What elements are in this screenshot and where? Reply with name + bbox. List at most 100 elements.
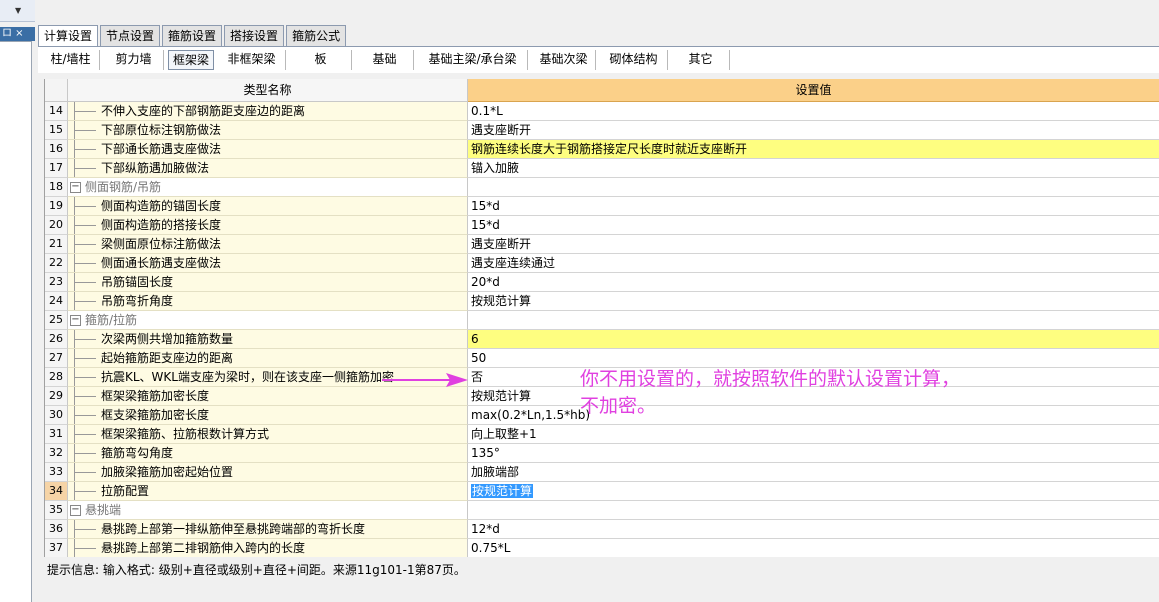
setting-value-cell[interactable]: 15*d xyxy=(468,216,1159,235)
collapse-icon[interactable]: − xyxy=(70,315,81,326)
table-row[interactable]: 26 次梁两侧共增加箍筋数量 6 xyxy=(45,330,1159,349)
tree-line-icon xyxy=(74,140,75,158)
table-row[interactable]: 17 下部纵筋遇加腋做法 锚入加腋 xyxy=(45,159,1159,178)
table-row[interactable]: 19 侧面构造筋的锚固长度 15*d xyxy=(45,197,1159,216)
subtab-0[interactable]: 柱/墙柱 xyxy=(42,50,100,70)
row-number: 17 xyxy=(45,159,68,178)
table-row[interactable]: 32 箍筋弯勾角度 135° xyxy=(45,444,1159,463)
grid-body: 14 不伸入支座的下部钢筋距支座边的距离 0.1*L 15 下部原位标注钢筋做法 遇支座断… xyxy=(45,102,1159,557)
subtab-8[interactable]: 砌体结构 xyxy=(600,50,668,70)
subtab-1[interactable]: 剪力墙 xyxy=(104,50,164,70)
type-name-cell: − 侧面钢筋/吊筋 xyxy=(68,178,468,197)
left-panel-header[interactable]: ロ × xyxy=(0,27,35,41)
table-row[interactable]: 14 不伸入支座的下部钢筋距支座边的距离 0.1*L xyxy=(45,102,1159,121)
setting-value-cell[interactable]: 15*d xyxy=(468,197,1159,216)
setting-value-cell[interactable]: 遇支座连续通过 xyxy=(468,254,1159,273)
setting-value-cell[interactable] xyxy=(468,501,1159,520)
tab-3[interactable]: 搭接设置 xyxy=(224,25,285,46)
type-name-cell: 悬挑跨上部第一排纵筋伸至悬挑跨端部的弯折长度 xyxy=(68,520,468,539)
table-row[interactable]: 33 加腋梁箍筋加密起始位置 加腋端部 xyxy=(45,463,1159,482)
type-name-label: 吊筋弯折角度 xyxy=(101,294,174,308)
setting-value-cell[interactable]: 6 xyxy=(468,330,1159,349)
setting-value-text: 加腋端部 xyxy=(471,465,520,479)
setting-value-cell[interactable]: 0.75*L xyxy=(468,539,1159,557)
column-header-type-name[interactable]: 类型名称 xyxy=(68,79,468,102)
table-row[interactable]: 31 框架梁箍筋、拉筋根数计算方式 向上取整+1 xyxy=(45,425,1159,444)
subtab-9[interactable]: 其它 xyxy=(672,50,730,70)
setting-value-cell[interactable]: 20*d xyxy=(468,273,1159,292)
setting-value-cell[interactable]: 钢筋连续长度大于钢筋搭接定尺长度时就近支座断开 xyxy=(468,140,1159,159)
table-row[interactable]: 20 侧面构造筋的搭接长度 15*d xyxy=(45,216,1159,235)
setting-value-cell[interactable]: 0.1*L xyxy=(468,102,1159,121)
table-row[interactable]: 37 悬挑跨上部第二排钢筋伸入跨内的长度 0.75*L xyxy=(45,539,1159,557)
subtab-3[interactable]: 非框架梁 xyxy=(218,50,286,70)
row-number: 35 xyxy=(45,501,68,520)
subtab-4[interactable]: 板 xyxy=(290,50,352,70)
table-row[interactable]: 21 梁侧面原位标注筋做法 遇支座断开 xyxy=(45,235,1159,254)
tree-line-icon xyxy=(74,425,75,443)
type-name-label: 侧面钢筋/吊筋 xyxy=(85,180,162,194)
subtab-5[interactable]: 基础 xyxy=(356,50,414,70)
left-tree-panel[interactable] xyxy=(0,41,32,602)
setting-value-cell[interactable]: 按规范计算 xyxy=(468,482,1159,501)
tree-line-icon xyxy=(74,235,75,253)
tab-1[interactable]: 节点设置 xyxy=(100,25,161,46)
setting-value-cell[interactable]: 向上取整+1 xyxy=(468,425,1159,444)
collapse-icon[interactable]: − xyxy=(70,182,81,193)
type-name-cell: 侧面通长筋遇支座做法 xyxy=(68,254,468,273)
group-row[interactable]: 25− 箍筋/拉筋 xyxy=(45,311,1159,330)
table-row[interactable]: 22 侧面通长筋遇支座做法 遇支座连续通过 xyxy=(45,254,1159,273)
tree-branch-icon xyxy=(74,111,96,112)
type-name-cell: 悬挑跨上部第二排钢筋伸入跨内的长度 xyxy=(68,539,468,557)
table-row[interactable]: 15 下部原位标注钢筋做法 遇支座断开 xyxy=(45,121,1159,140)
setting-value-text: 按规范计算 xyxy=(471,484,534,498)
subtab-2[interactable]: 框架梁 xyxy=(168,50,214,70)
setting-value-text: 锚入加腋 xyxy=(471,161,520,175)
setting-value-cell[interactable]: 遇支座断开 xyxy=(468,235,1159,254)
type-name-cell: 吊筋弯折角度 xyxy=(68,292,468,311)
type-name-cell: 不伸入支座的下部钢筋距支座边的距离 xyxy=(68,102,468,121)
setting-value-cell[interactable]: 加腋端部 xyxy=(468,463,1159,482)
table-row[interactable]: 16 下部通长筋遇支座做法 钢筋连续长度大于钢筋搭接定尺长度时就近支座断开 xyxy=(45,140,1159,159)
settings-grid: 类型名称 设置值 14 不伸入支座的下部钢筋距支座边的距离 0.1*L 15 下部原位标… xyxy=(44,79,1159,557)
tree-branch-icon xyxy=(74,415,96,416)
table-row[interactable]: 24 吊筋弯折角度 按规范计算 xyxy=(45,292,1159,311)
group-row[interactable]: 35− 悬挑端 xyxy=(45,501,1159,520)
tree-branch-icon xyxy=(74,301,96,302)
row-number: 25 xyxy=(45,311,68,330)
table-row[interactable]: 34 拉筋配置 按规范计算 xyxy=(45,482,1159,501)
setting-value-cell[interactable] xyxy=(468,311,1159,330)
setting-value-text: 15*d xyxy=(471,199,500,213)
tree-branch-icon xyxy=(74,168,96,169)
group-row[interactable]: 18− 侧面钢筋/吊筋 xyxy=(45,178,1159,197)
type-name-label: 侧面通长筋遇支座做法 xyxy=(101,256,222,270)
setting-value-cell[interactable] xyxy=(468,178,1159,197)
tab-2[interactable]: 箍筋设置 xyxy=(162,25,223,46)
left-strip: ▼ ロ × xyxy=(0,0,35,602)
tree-line-icon xyxy=(74,520,75,538)
setting-value-text: 20*d xyxy=(471,275,500,289)
table-row[interactable]: 36 悬挑跨上部第一排纵筋伸至悬挑跨端部的弯折长度 12*d xyxy=(45,520,1159,539)
setting-value-cell[interactable]: 锚入加腋 xyxy=(468,159,1159,178)
setting-value-cell[interactable]: 遇支座断开 xyxy=(468,121,1159,140)
column-header-setting-value[interactable]: 设置值 xyxy=(468,79,1159,102)
tab-4[interactable]: 箍筋公式 xyxy=(286,25,347,46)
subtab-7[interactable]: 基础次梁 xyxy=(532,50,596,70)
setting-value-cell[interactable]: 按规范计算 xyxy=(468,292,1159,311)
setting-value-text: 按规范计算 xyxy=(471,294,532,308)
setting-value-text: 钢筋连续长度大于钢筋搭接定尺长度时就近支座断开 xyxy=(471,142,748,156)
collapse-icon[interactable]: − xyxy=(70,505,81,516)
subtab-6[interactable]: 基础主梁/承台梁 xyxy=(418,50,528,70)
tree-line-icon xyxy=(74,482,75,500)
tree-branch-icon xyxy=(74,282,96,283)
type-name-label: 下部纵筋遇加腋做法 xyxy=(101,161,210,175)
setting-value-cell[interactable]: 135° xyxy=(468,444,1159,463)
left-toolbar: ▼ xyxy=(0,0,35,22)
table-row[interactable]: 23 吊筋锚固长度 20*d xyxy=(45,273,1159,292)
dropdown-arrow-icon[interactable]: ▼ xyxy=(15,6,21,15)
type-name-cell: 梁侧面原位标注筋做法 xyxy=(68,235,468,254)
row-number: 27 xyxy=(45,349,68,368)
setting-value-cell[interactable]: 12*d xyxy=(468,520,1159,539)
tree-line-icon xyxy=(74,368,75,386)
tab-0[interactable]: 计算设置 xyxy=(38,25,99,47)
